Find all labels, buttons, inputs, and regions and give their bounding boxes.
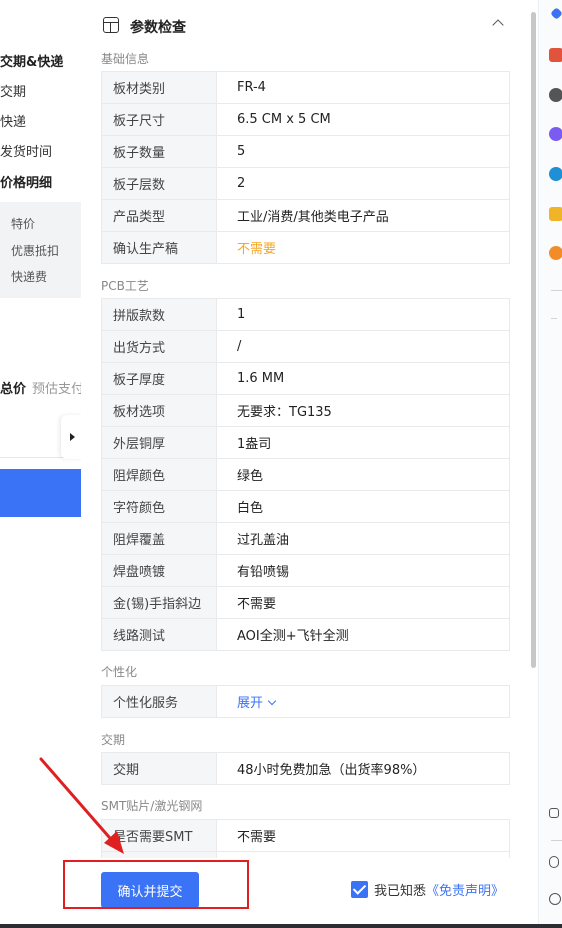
plugin-icon[interactable]	[549, 246, 562, 260]
right-toolbar	[538, 0, 562, 928]
divider	[551, 290, 562, 291]
diamond-icon[interactable]	[550, 7, 562, 20]
annotation-arrow	[39, 757, 124, 854]
screenshot-icon[interactable]	[549, 808, 559, 818]
browser-icon[interactable]	[549, 167, 562, 181]
phone-icon[interactable]	[549, 856, 559, 868]
page: 交期&快递 交期 快递 发货时间 价格明细 特价 优惠抵扣 快递费 总价 预估支付…	[0, 0, 562, 928]
user-icon[interactable]	[549, 88, 562, 102]
gear-icon[interactable]	[549, 893, 561, 905]
taskbar-edge	[0, 924, 562, 928]
dash-icon	[551, 318, 557, 319]
basket-icon[interactable]	[549, 48, 562, 62]
divider	[551, 840, 562, 841]
star-icon[interactable]	[549, 207, 562, 221]
app-icon[interactable]	[549, 127, 562, 141]
